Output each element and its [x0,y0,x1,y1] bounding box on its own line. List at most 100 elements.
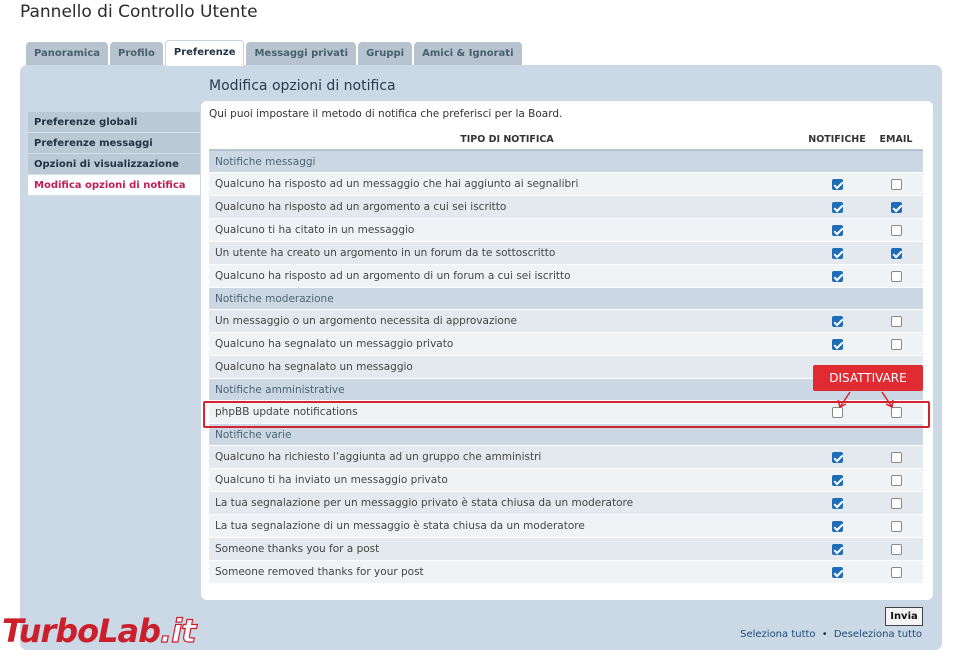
email-cell [869,270,923,282]
table-row: Qualcuno ti ha citato in un messaggio [209,219,923,242]
notifications-checkbox[interactable] [831,247,843,259]
notification-label: Qualcuno ha segnalato un messaggio priva… [215,338,454,350]
email-checkbox[interactable] [890,315,902,327]
notification-label: Qualcuno ha segnalato un messaggio [215,361,413,373]
notification-label: Qualcuno ha risposto ad un argomento a c… [215,201,507,213]
email-cell [869,201,923,213]
email-checkbox[interactable] [890,270,902,282]
notifications-checkbox[interactable] [831,497,843,509]
tab-gruppi[interactable]: Gruppi [358,42,413,66]
intro-text: Qui puoi impostare il metodo di notifica… [209,108,563,120]
email-checkbox[interactable] [890,520,902,532]
notifications-checkbox[interactable] [831,474,843,486]
tab-bar: Panoramica Profilo Preferenze Messaggi p… [26,40,524,66]
notifications-checkbox[interactable] [831,451,843,463]
email-cell [869,566,923,578]
notification-label: phpBB update notifications [215,406,358,418]
email-cell [869,338,923,350]
email-cell [869,247,923,259]
notifications-cell [805,406,869,418]
select-links: Seleziona tutto • Deseleziona tutto [740,629,922,640]
select-all-link[interactable]: Seleziona tutto [740,629,815,640]
email-cell [869,474,923,486]
sidebar-nav: Preferenze globali Preferenze messaggi O… [28,112,200,196]
sidebar-item-preferenze-messaggi[interactable]: Preferenze messaggi [28,133,200,154]
notifications-checkbox[interactable] [831,270,843,282]
email-cell [869,520,923,532]
table-row: phpBB update notifications [209,401,923,424]
notifications-cell [805,497,869,509]
email-cell [869,178,923,190]
table-row: Someone thanks you for a post [209,538,923,561]
email-checkbox[interactable] [890,543,902,555]
category-row: Notifiche messaggi [209,151,923,173]
notifications-cell [805,451,869,463]
email-checkbox[interactable] [890,201,902,213]
email-checkbox[interactable] [890,406,902,418]
notification-label: Qualcuno ha risposto ad un argomento di … [215,270,571,282]
notification-label: Qualcuno ha richiesto l’aggiunta ad un g… [215,451,542,463]
email-checkbox[interactable] [890,178,902,190]
notifications-cell [805,315,869,327]
notifications-checkbox[interactable] [831,224,843,236]
sidebar-item-preferenze-globali[interactable]: Preferenze globali [28,112,200,133]
tab-messaggi-privati[interactable]: Messaggi privati [246,42,357,66]
tab-panoramica[interactable]: Panoramica [26,42,109,66]
category-row: Notifiche varie [209,424,923,446]
sidebar-item-opzioni-visualizzazione[interactable]: Opzioni di visualizzazione [28,154,200,175]
notification-label: La tua segnalazione per un messaggio pri… [215,497,634,509]
tab-preferenze[interactable]: Preferenze [164,40,245,66]
table-row: Someone removed thanks for your post [209,561,923,584]
notifications-checkbox[interactable] [831,406,843,418]
notifications-checkbox[interactable] [831,566,843,578]
tab-amici-ignorati[interactable]: Amici & Ignorati [414,42,522,66]
email-checkbox[interactable] [890,474,902,486]
email-cell [869,315,923,327]
table-row: Un utente ha creato un argomento in un f… [209,242,923,265]
notification-table: TIPO DI NOTIFICA NOTIFICHE EMAIL Notific… [209,130,923,584]
email-checkbox[interactable] [890,497,902,509]
notification-label: Qualcuno ti ha citato in un messaggio [215,224,415,236]
email-cell [869,543,923,555]
email-cell [869,497,923,509]
table-row: La tua segnalazione per un messaggio pri… [209,492,923,515]
notifications-checkbox[interactable] [831,338,843,350]
notification-label: Someone thanks you for a post [215,543,380,555]
notifications-checkbox[interactable] [831,315,843,327]
notifications-checkbox[interactable] [831,178,843,190]
table-row: Qualcuno ha risposto ad un messaggio che… [209,173,923,196]
section-title: Modifica opzioni di notifica [209,78,396,94]
notifications-cell [805,338,869,350]
email-cell [869,451,923,463]
sidebar-item-modifica-notifiche[interactable]: Modifica opzioni di notifica [28,175,200,196]
page-title: Pannello di Controllo Utente [20,2,258,22]
notifications-checkbox[interactable] [831,201,843,213]
email-cell [869,406,923,418]
logo-part-it: .it [159,611,197,650]
notification-label: Qualcuno ti ha inviato un messaggio priv… [215,474,448,486]
deselect-all-link[interactable]: Deseleziona tutto [834,629,922,640]
category-row: Notifiche moderazione [209,288,923,310]
notifications-cell [805,474,869,486]
bullet-separator: • [821,629,828,640]
table-row: Qualcuno ha richiesto l’aggiunta ad un g… [209,446,923,469]
column-header-email: EMAIL [879,134,913,145]
submit-button[interactable]: Invia [885,607,923,626]
column-header-notifications: NOTIFICHE [808,134,866,145]
tab-profilo[interactable]: Profilo [110,42,163,66]
table-row: La tua segnalazione di un messaggio è st… [209,515,923,538]
notifications-checkbox[interactable] [831,520,843,532]
notifications-cell [805,566,869,578]
notifications-cell [805,270,869,282]
table-row: Qualcuno ha risposto ad un argomento di … [209,265,923,288]
turbolab-logo: TurboLab.it [2,611,197,650]
email-checkbox[interactable] [890,451,902,463]
email-checkbox[interactable] [890,224,902,236]
notifications-checkbox[interactable] [831,543,843,555]
email-checkbox[interactable] [890,247,902,259]
notifications-cell [805,247,869,259]
notifications-cell [805,543,869,555]
email-checkbox[interactable] [890,566,902,578]
notification-label: La tua segnalazione di un messaggio è st… [215,520,585,532]
email-checkbox[interactable] [890,338,902,350]
